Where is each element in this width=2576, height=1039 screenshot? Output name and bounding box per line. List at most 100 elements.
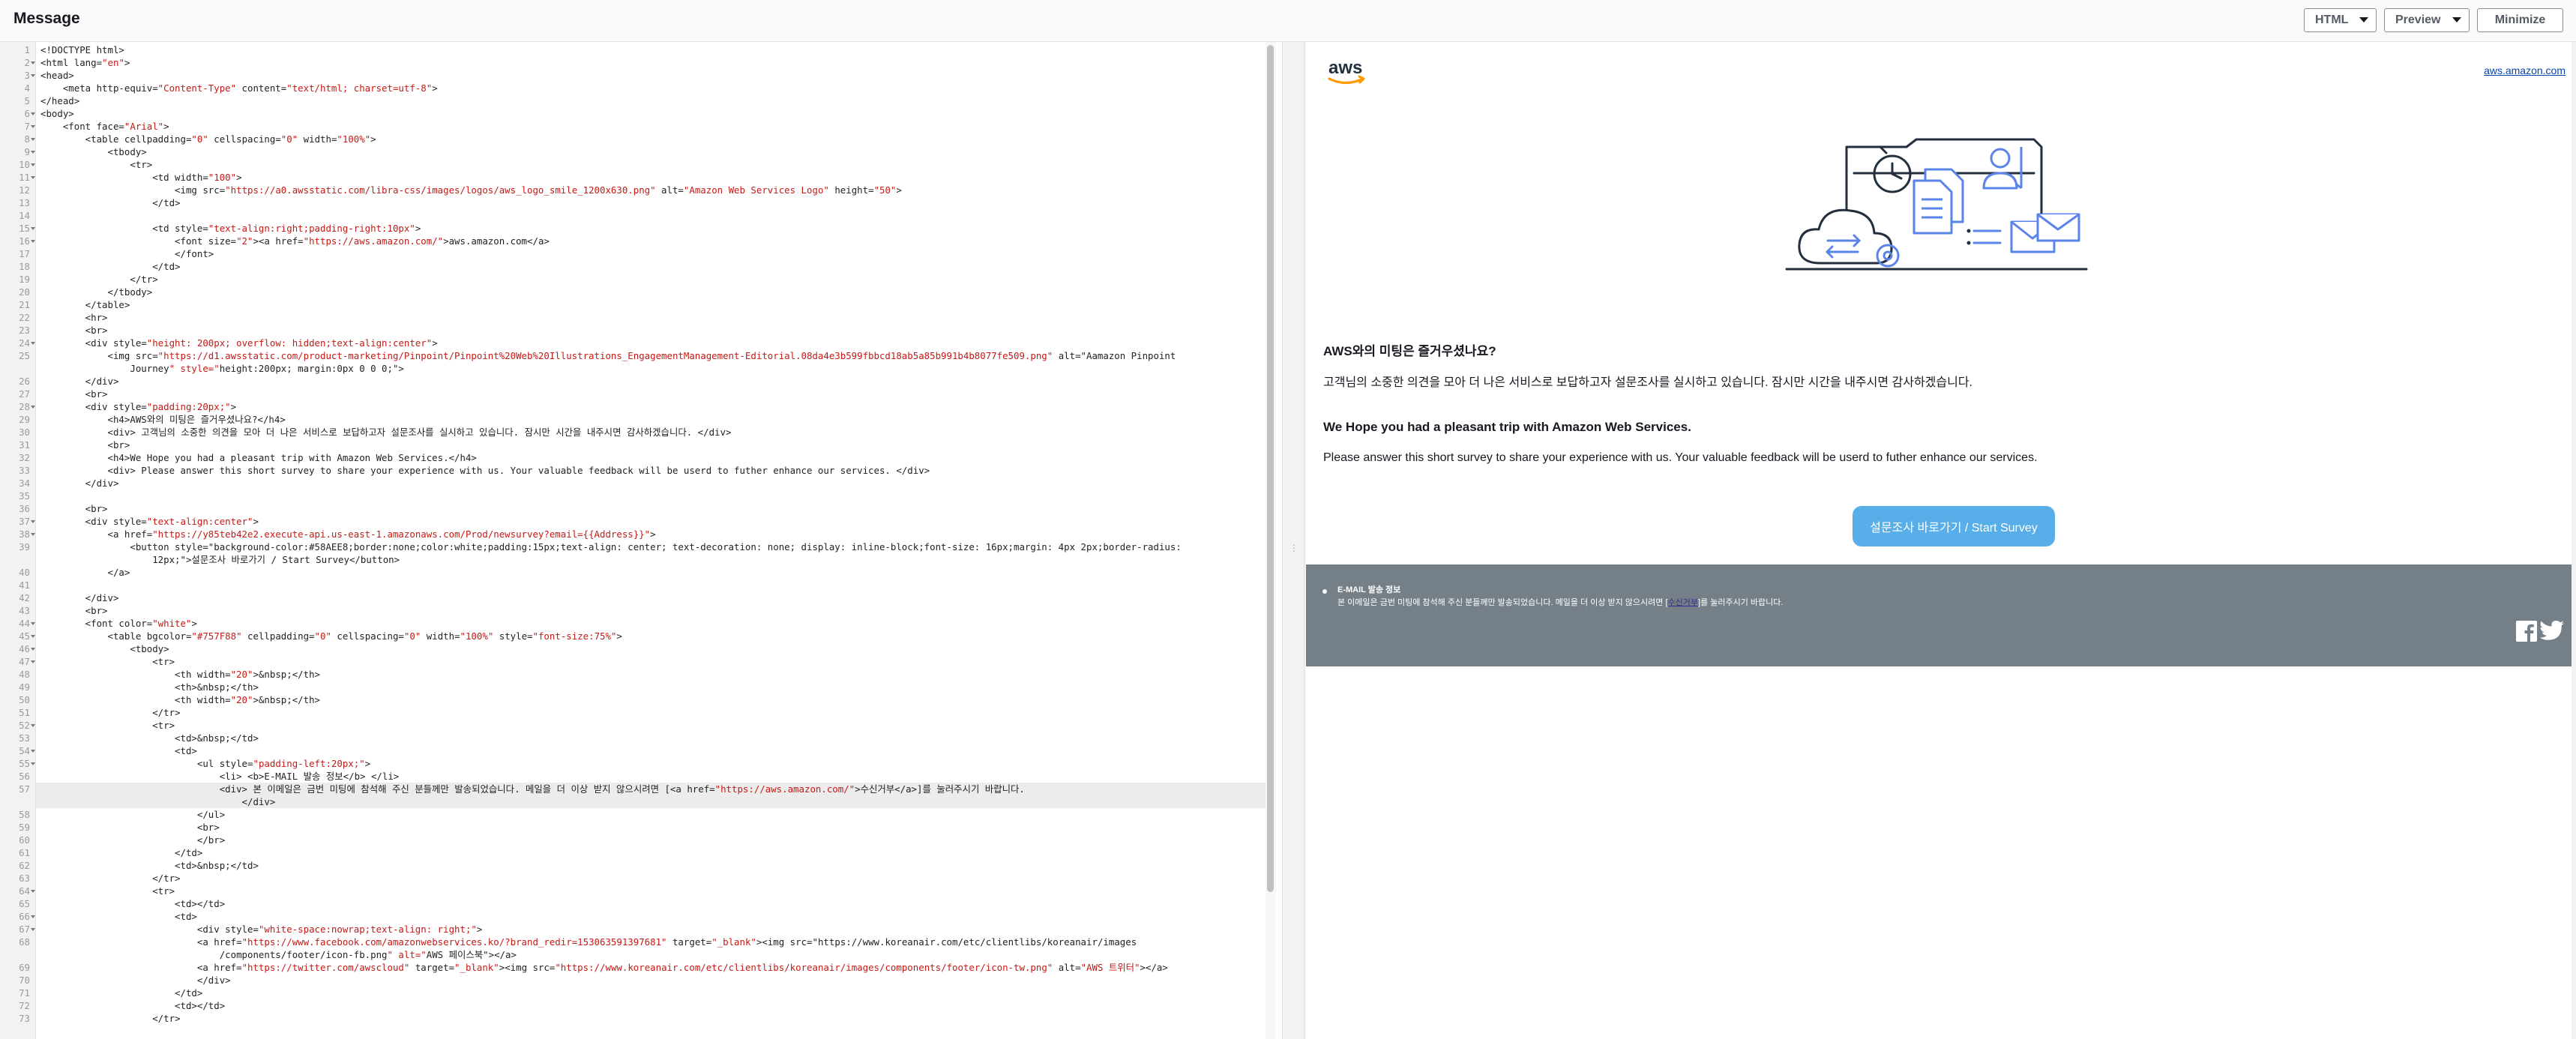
code-line[interactable]: <li> <b>E-MAIL 발송 정보</b> </li> [40, 770, 400, 783]
fold-toggle-icon[interactable] [31, 151, 35, 154]
code-line[interactable]: <br> [40, 388, 108, 400]
code-line[interactable]: <div style="padding:20px;"> [40, 400, 236, 413]
code-line[interactable]: <div style="height: 200px; overflow: hid… [40, 337, 438, 349]
code-line[interactable]: <a href="https://twitter.com/awscloud" t… [40, 961, 1168, 974]
code-line[interactable]: <hr> [40, 311, 108, 324]
code-line[interactable]: <br> [40, 604, 108, 617]
code-line[interactable]: <img src="https://a0.awsstatic.com/libra… [40, 184, 902, 196]
code-line[interactable]: <th width="20">&nbsp;</th> [40, 693, 320, 706]
code-line[interactable]: <a href="https://y85teb42e2.execute-api.… [40, 528, 656, 540]
fold-toggle-icon[interactable] [31, 648, 35, 651]
fold-toggle-icon[interactable] [31, 406, 35, 409]
code-line[interactable]: <table cellpadding="0" cellspacing="0" w… [40, 133, 376, 145]
fold-toggle-icon[interactable] [31, 520, 35, 523]
fold-toggle-icon[interactable] [31, 112, 35, 115]
code-line[interactable]: <h4>AWS와의 미팅은 즐거우셨나요?</h4> [40, 413, 286, 426]
fold-toggle-icon[interactable] [31, 724, 35, 727]
code-line[interactable]: <font color="white"> [40, 617, 197, 630]
view-dropdown[interactable]: Preview [2384, 8, 2470, 32]
code-line[interactable]: <tr> [40, 158, 152, 171]
code-line[interactable]: /components/footer/icon-fb.png" alt="AWS… [40, 948, 517, 961]
code-line[interactable]: <meta http-equiv="Content-Type" content=… [40, 82, 438, 94]
code-editor[interactable]: 1 2 3 4 5 6 7 8 9 10 11 12 13 14 15 16 17 18 19 20 21 22 23 24 2… [0, 42, 1282, 1039]
code-line[interactable]: </tr> [40, 273, 157, 286]
code-line[interactable]: <br> [40, 502, 108, 515]
fold-toggle-icon[interactable] [31, 342, 35, 345]
code-line[interactable]: </table> [40, 298, 130, 311]
fold-toggle-icon[interactable] [31, 660, 35, 663]
code-line[interactable]: </br> [40, 834, 225, 846]
code-line[interactable]: <td width="100"> [40, 171, 241, 184]
code-line[interactable]: <td></td> [40, 897, 225, 910]
code-line[interactable]: <td></td> [40, 999, 225, 1012]
code-line[interactable]: </div> [40, 591, 119, 604]
code-line[interactable]: </tr> [40, 1012, 180, 1025]
fold-toggle-icon[interactable] [31, 125, 35, 128]
code-line[interactable]: <tr> [40, 885, 175, 897]
code-line[interactable]: </tbody> [40, 286, 153, 298]
fold-toggle-icon[interactable] [31, 928, 35, 931]
fold-toggle-icon[interactable] [31, 138, 35, 141]
code-line[interactable]: <ul style="padding-left:20px;"> [40, 757, 370, 770]
code-line[interactable]: </td> [40, 260, 180, 273]
aws-home-link[interactable]: aws.amazon.com [2484, 64, 2566, 76]
code-line[interactable]: <br> [40, 324, 108, 337]
twitter-icon[interactable] [2539, 620, 2565, 642]
start-survey-button[interactable]: 설문조사 바로가기 / Start Survey [1853, 506, 2055, 546]
code-line[interactable]: <td>&nbsp;</td> [40, 732, 259, 744]
code-line[interactable]: <tbody> [40, 642, 169, 655]
code-line[interactable]: <h4>We Hope you had a pleasant trip with… [40, 451, 477, 464]
code-line[interactable]: 12px;">설문조사 바로가기 / Start Survey</button> [40, 553, 400, 566]
code-line[interactable]: <div style="text-align:center"> [40, 515, 259, 528]
code-line[interactable]: <button style="background-color:#58AEE8;… [40, 540, 1181, 553]
fold-toggle-icon[interactable] [31, 915, 35, 918]
fold-toggle-icon[interactable] [31, 890, 35, 893]
facebook-icon[interactable] [2515, 620, 2538, 642]
code-line[interactable]: <div style="white-space:nowrap;text-alig… [40, 923, 482, 936]
code-line[interactable]: <br> [40, 439, 130, 451]
code-line[interactable]: <th>&nbsp;</th> [40, 681, 259, 693]
code-line[interactable]: <body> [40, 107, 74, 120]
code-line[interactable]: </ul> [40, 808, 225, 821]
code-line[interactable]: </div> [40, 974, 231, 987]
fold-toggle-icon[interactable] [31, 176, 35, 179]
code-line[interactable]: <a href="https://www.facebook.com/amazon… [40, 936, 1137, 948]
fold-toggle-icon[interactable] [31, 74, 35, 77]
fold-toggle-icon[interactable] [31, 163, 35, 166]
code-line[interactable]: </div> [40, 477, 119, 490]
code-line[interactable]: </div> [40, 375, 119, 388]
code-line[interactable]: <tr> [40, 719, 175, 732]
code-line[interactable]: <font face="Arial"> [40, 120, 169, 133]
code-line[interactable]: <th width="20">&nbsp;</th> [40, 668, 320, 681]
code-line[interactable]: <div> Please answer this short survey to… [40, 464, 930, 477]
code-line[interactable]: Journey" style="height:200px; margin:0px… [40, 362, 404, 375]
code-line[interactable]: <tr> [40, 655, 175, 668]
code-line[interactable]: <html lang="en"> [40, 56, 130, 69]
code-line[interactable]: <head> [40, 69, 74, 82]
code-area[interactable]: <!DOCTYPE html> <html lang="en"> <head> <m… [36, 42, 1266, 1039]
fold-toggle-icon[interactable] [31, 622, 35, 625]
code-line[interactable]: </td> [40, 987, 202, 999]
fold-toggle-icon[interactable] [31, 533, 35, 536]
unsubscribe-link[interactable]: 수신거부 [1668, 598, 1698, 607]
code-line[interactable]: <br> [40, 821, 220, 834]
format-dropdown[interactable]: HTML [2304, 8, 2377, 32]
code-line[interactable]: </head> [40, 94, 79, 107]
code-line[interactable]: <td> [40, 744, 197, 757]
code-line[interactable]: <font size="2"><a href="https://aws.amaz… [40, 235, 550, 247]
code-line[interactable]: <td> [40, 910, 197, 923]
code-line[interactable]: </font> [40, 247, 214, 260]
fold-toggle-icon[interactable] [31, 227, 35, 230]
code-line[interactable]: </a> [40, 566, 130, 579]
code-line[interactable]: <td>&nbsp;</td> [40, 859, 259, 872]
fold-toggle-icon[interactable] [31, 240, 35, 243]
code-line[interactable]: <table bgcolor="#757F88" cellpadding="0"… [40, 630, 622, 642]
minimize-button[interactable]: Minimize [2477, 8, 2563, 32]
fold-toggle-icon[interactable] [31, 750, 35, 753]
code-line[interactable]: <div> 고객님의 소중한 의견을 모아 더 나은 서비스로 보답하고자 설문… [40, 426, 732, 439]
code-line[interactable]: </td> [40, 196, 180, 209]
fold-toggle-icon[interactable] [31, 635, 35, 638]
code-line[interactable]: <tbody> [40, 145, 147, 158]
code-line[interactable]: <!DOCTYPE html> [40, 43, 124, 56]
fold-toggle-icon[interactable] [31, 61, 35, 64]
